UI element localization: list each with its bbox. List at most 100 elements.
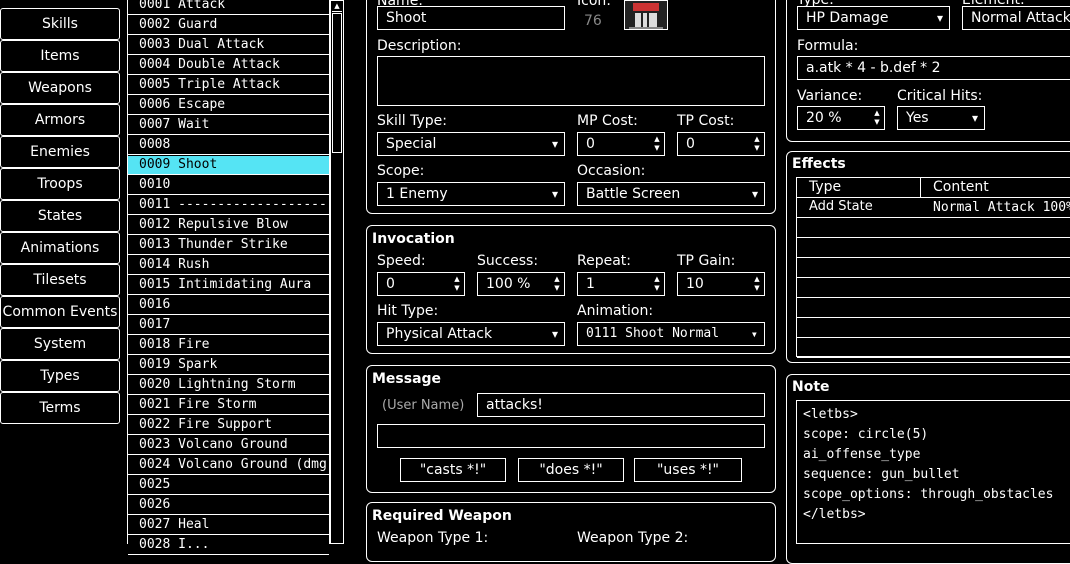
table-row[interactable]: [797, 318, 1070, 338]
list-item[interactable]: 0007 Wait: [128, 116, 329, 135]
success-spinner[interactable]: 100 % ▲ ▼: [477, 272, 565, 296]
column-divider: [920, 178, 921, 198]
spinner-arrows-icon[interactable]: ▲ ▼: [652, 135, 662, 153]
list-item[interactable]: 0010: [128, 176, 329, 195]
list-item[interactable]: 0018 Fire: [128, 336, 329, 355]
effect-content: Normal Attack 100%: [933, 200, 1070, 215]
formula-label: Formula:: [797, 38, 859, 54]
critical-hits-label: Critical Hits:: [897, 88, 983, 104]
list-item[interactable]: 0008: [128, 136, 329, 155]
skill-type-dropdown[interactable]: Special: [377, 132, 565, 156]
list-item[interactable]: 0028 I...: [128, 536, 329, 555]
table-row[interactable]: [797, 238, 1070, 258]
list-item[interactable]: 0002 Guard: [128, 16, 329, 35]
effects-title: Effects: [792, 156, 846, 172]
tab-items[interactable]: Items: [0, 40, 120, 72]
tab-types[interactable]: Types: [0, 360, 120, 392]
effects-table[interactable]: Type Content Add State Normal Attack 100…: [796, 177, 1070, 358]
list-item[interactable]: 0001 Attack: [128, 0, 329, 15]
tp-cost-label: TP Cost:: [677, 113, 735, 129]
tp-gain-spinner[interactable]: 10 ▲ ▼: [677, 272, 765, 296]
message-line1-input[interactable]: attacks!: [477, 393, 765, 417]
tab-system[interactable]: System: [0, 328, 120, 360]
list-item[interactable]: 0023 Volcano Ground: [128, 436, 329, 455]
table-row[interactable]: [797, 258, 1070, 278]
spinner-arrows-icon[interactable]: ▲ ▼: [872, 109, 882, 127]
list-item[interactable]: 0014 Rush: [128, 256, 329, 275]
animation-dropdown[interactable]: 0111 Shoot Normal: [577, 322, 765, 346]
spinner-arrows-icon[interactable]: ▲ ▼: [552, 275, 562, 293]
list-item[interactable]: 0027 Heal: [128, 516, 329, 535]
spinner-arrows-icon[interactable]: ▲ ▼: [452, 275, 462, 293]
damage-type-dropdown[interactable]: HP Damage: [797, 6, 950, 30]
formula-input[interactable]: a.atk * 4 - b.def * 2: [797, 56, 1070, 80]
note-line: sequence: gun_bullet: [803, 467, 960, 482]
effects-header-row: Type Content: [797, 178, 1070, 198]
repeat-spinner[interactable]: 1 ▲ ▼: [577, 272, 665, 296]
list-item[interactable]: 0015 Intimidating Aura: [128, 276, 329, 295]
element-dropdown[interactable]: Normal Attack: [962, 6, 1070, 30]
skill-list[interactable]: 0001 Attack 0002 Guard 0003 Dual Attack 000…: [127, 0, 330, 555]
list-item[interactable]: 0025: [128, 476, 329, 495]
tab-enemies[interactable]: Enemies: [0, 136, 120, 168]
spinner-arrows-icon[interactable]: ▲ ▼: [752, 135, 762, 153]
list-item[interactable]: 0021 Fire Storm: [128, 396, 329, 415]
table-row[interactable]: Add State Normal Attack 100%: [797, 198, 1070, 218]
note-line: <letbs>: [803, 407, 858, 422]
critical-hits-dropdown[interactable]: Yes: [897, 106, 985, 130]
uses-button[interactable]: "uses *!": [634, 458, 742, 482]
note-textarea[interactable]: <letbs> scope: circle(5) ai_offense_type se…: [796, 400, 1070, 544]
scope-dropdown[interactable]: 1 Enemy: [377, 182, 565, 206]
scroll-up-arrow-icon[interactable]: ▲: [332, 1, 342, 12]
scrollbar-thumb[interactable]: [332, 13, 342, 153]
skill-list-scrollbar[interactable]: ▲: [330, 0, 344, 544]
tp-cost-value: 0: [686, 136, 695, 152]
table-row[interactable]: [797, 298, 1070, 318]
spinner-arrows-icon[interactable]: ▲ ▼: [752, 275, 762, 293]
tp-cost-spinner[interactable]: 0 ▲ ▼: [677, 132, 765, 156]
tab-terms[interactable]: Terms: [0, 392, 120, 424]
name-input[interactable]: Shoot: [377, 6, 565, 30]
list-item[interactable]: 0004 Double Attack: [128, 56, 329, 75]
list-item[interactable]: 0020 Lightning Storm: [128, 376, 329, 395]
table-row[interactable]: [797, 278, 1070, 298]
table-row[interactable]: [797, 218, 1070, 238]
table-row[interactable]: [797, 338, 1070, 358]
spinner-arrows-icon[interactable]: ▲ ▼: [652, 275, 662, 293]
list-item[interactable]: 0016: [128, 296, 329, 315]
hit-type-dropdown[interactable]: Physical Attack: [377, 322, 565, 346]
casts-button[interactable]: "casts *!": [400, 458, 506, 482]
list-item[interactable]: 0022 Fire Support: [128, 416, 329, 435]
list-item[interactable]: 0017: [128, 316, 329, 335]
list-item[interactable]: 0006 Escape: [128, 96, 329, 115]
speed-spinner[interactable]: 0 ▲ ▼: [377, 272, 465, 296]
list-item[interactable]: 0011 --------------------: [128, 196, 329, 215]
list-item[interactable]: 0026: [128, 496, 329, 515]
list-item[interactable]: 0019 Spark: [128, 356, 329, 375]
skill-icon-preview[interactable]: [624, 0, 668, 30]
tab-animations[interactable]: Animations: [0, 232, 120, 264]
icon-label: Icon:: [577, 0, 611, 9]
tab-tilesets[interactable]: Tilesets: [0, 264, 120, 296]
list-item[interactable]: 0005 Triple Attack: [128, 76, 329, 95]
description-textarea[interactable]: [377, 56, 765, 106]
tab-common-events[interactable]: Common Events: [0, 296, 120, 328]
list-item[interactable]: 0024 Volcano Ground (dmg): [128, 456, 329, 475]
tab-states[interactable]: States: [0, 200, 120, 232]
tab-armors[interactable]: Armors: [0, 104, 120, 136]
list-item[interactable]: 0003 Dual Attack: [128, 36, 329, 55]
occasion-dropdown[interactable]: Battle Screen: [577, 182, 765, 206]
variance-spinner[interactable]: 20 % ▲ ▼: [797, 106, 885, 130]
hit-type-label: Hit Type:: [377, 303, 439, 319]
tab-weapons[interactable]: Weapons: [0, 72, 120, 104]
does-button[interactable]: "does *!": [518, 458, 624, 482]
list-item[interactable]: 0012 Repulsive Blow: [128, 216, 329, 235]
note-line: ai_offense_type: [803, 447, 921, 462]
message-line2-input[interactable]: [377, 424, 765, 448]
list-item[interactable]: 0009 Shoot: [128, 156, 329, 175]
list-item[interactable]: 0013 Thunder Strike: [128, 236, 329, 255]
tab-skills[interactable]: Skills: [0, 8, 120, 40]
mp-cost-spinner[interactable]: 0 ▲ ▼: [577, 132, 665, 156]
tab-troops[interactable]: Troops: [0, 168, 120, 200]
speed-value: 0: [386, 276, 395, 292]
